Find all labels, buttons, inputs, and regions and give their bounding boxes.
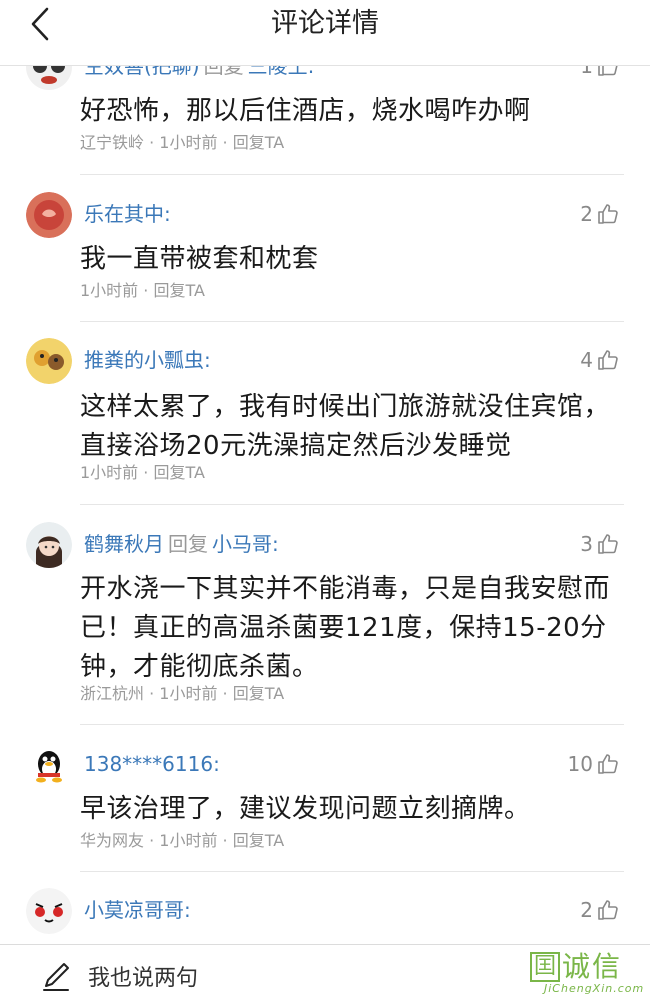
comment-header: 乐在其中: bbox=[84, 200, 171, 228]
comment-text: 好恐怖，那以后住酒店，烧水喝咋办啊 bbox=[80, 96, 531, 126]
comment-time: 1小时前 bbox=[159, 831, 218, 850]
comment-time: 1小时前 bbox=[159, 684, 218, 703]
comment-text: 早该治理了，建议发现问题立刻摘牌。 bbox=[80, 794, 531, 824]
watermark-domain: JiChengXin.com bbox=[544, 982, 645, 995]
comment-meta: 1小时前 · 回复TA bbox=[80, 463, 205, 482]
like-button[interactable]: 4 bbox=[580, 346, 620, 374]
like-count: 4 bbox=[580, 348, 593, 372]
divider bbox=[80, 174, 624, 175]
watermark-logo: 囯 bbox=[530, 952, 560, 982]
divider bbox=[80, 724, 624, 725]
user-avatar[interactable] bbox=[26, 192, 72, 238]
comment-text: 开水浇一下其实并不能消毒，只是自我安慰而已！真正的高温杀菌要121度，保持15-… bbox=[80, 574, 611, 682]
reply-link[interactable]: 回复TA bbox=[153, 281, 204, 300]
comment-text: 这样太累了，我有时候出门旅游就没住宾馆，直接浴场20元洗澡搞定然后沙发睡觉 bbox=[80, 392, 611, 461]
comment-meta: 华为网友 · 1小时前 · 回复TA bbox=[80, 831, 285, 850]
watermark-chinese: 诚信 bbox=[562, 950, 623, 983]
comment-header: 鹤舞秋月 回复 小马哥: bbox=[84, 530, 279, 558]
like-count: 2 bbox=[580, 898, 593, 922]
comment-location: 辽宁铁岭 bbox=[80, 133, 145, 152]
like-button[interactable]: 2 bbox=[580, 896, 620, 924]
comment-list[interactable]: 空奴善(把聊) 回复 三陵王: 1 好恐怖，那以后住酒店，烧水喝咋办啊 辽宁铁岭 ·… bbox=[0, 0, 650, 944]
like-count: 10 bbox=[567, 752, 593, 776]
comment-location: 华为网友 bbox=[80, 831, 145, 850]
thumbs-up-icon bbox=[598, 534, 618, 554]
username[interactable]: 推粪的小瓢虫: bbox=[84, 348, 211, 372]
thumbs-up-icon bbox=[598, 350, 618, 370]
user-avatar[interactable] bbox=[26, 742, 72, 788]
like-button[interactable]: 2 bbox=[580, 200, 620, 228]
divider bbox=[80, 504, 624, 505]
comment-text: 我一直带被套和枕套 bbox=[80, 244, 319, 274]
pencil-icon bbox=[43, 963, 69, 991]
reply-link[interactable]: 回复TA bbox=[233, 831, 284, 850]
divider bbox=[80, 871, 624, 872]
reply-link[interactable]: 回复TA bbox=[233, 133, 284, 152]
comment-header: 推粪的小瓢虫: bbox=[84, 346, 211, 374]
divider bbox=[80, 321, 624, 322]
thumbs-up-icon bbox=[598, 754, 618, 774]
page-title: 评论详情 bbox=[271, 8, 379, 39]
reply-link[interactable]: 回复TA bbox=[153, 463, 204, 482]
user-avatar[interactable] bbox=[26, 522, 72, 568]
comment-input[interactable]: 我也说两句 bbox=[40, 955, 198, 997]
thumbs-up-icon bbox=[598, 204, 618, 224]
comment-header: 138****6116: bbox=[84, 750, 220, 778]
comment-meta: 浙江杭州 · 1小时前 · 回复TA bbox=[80, 684, 285, 703]
reply-keyword: 回复 bbox=[168, 532, 208, 556]
like-button[interactable]: 10 bbox=[568, 750, 620, 778]
like-count: 2 bbox=[580, 202, 593, 226]
comment-header: 小莫凉哥哥: bbox=[84, 896, 191, 924]
comment-input-placeholder: 我也说两句 bbox=[88, 966, 199, 991]
reply-link[interactable]: 回复TA bbox=[233, 684, 284, 703]
comment-meta: 辽宁铁岭 · 1小时前 · 回复TA bbox=[80, 133, 285, 152]
header-bar: 评论详情 bbox=[0, 0, 650, 66]
like-count: 3 bbox=[580, 532, 593, 556]
username[interactable]: 小莫凉哥哥: bbox=[84, 898, 191, 922]
thumbs-up-icon bbox=[598, 900, 618, 920]
comment-location: 浙江杭州 bbox=[80, 684, 145, 703]
comment-time: 1小时前 bbox=[159, 133, 218, 152]
comment-meta: 1小时前 · 回复TA bbox=[80, 281, 205, 300]
user-avatar[interactable] bbox=[26, 338, 72, 384]
username[interactable]: 138****6116: bbox=[84, 752, 220, 776]
username[interactable]: 乐在其中: bbox=[84, 202, 171, 226]
username[interactable]: 鹤舞秋月 bbox=[84, 532, 164, 556]
user-avatar[interactable] bbox=[26, 888, 72, 934]
comment-time: 1小时前 bbox=[80, 281, 139, 300]
reply-target-username[interactable]: 小马哥: bbox=[212, 532, 279, 556]
comment-time: 1小时前 bbox=[80, 463, 139, 482]
like-button[interactable]: 3 bbox=[580, 530, 620, 558]
site-watermark: 囯 诚信 JiChengXin.com bbox=[530, 952, 648, 1004]
